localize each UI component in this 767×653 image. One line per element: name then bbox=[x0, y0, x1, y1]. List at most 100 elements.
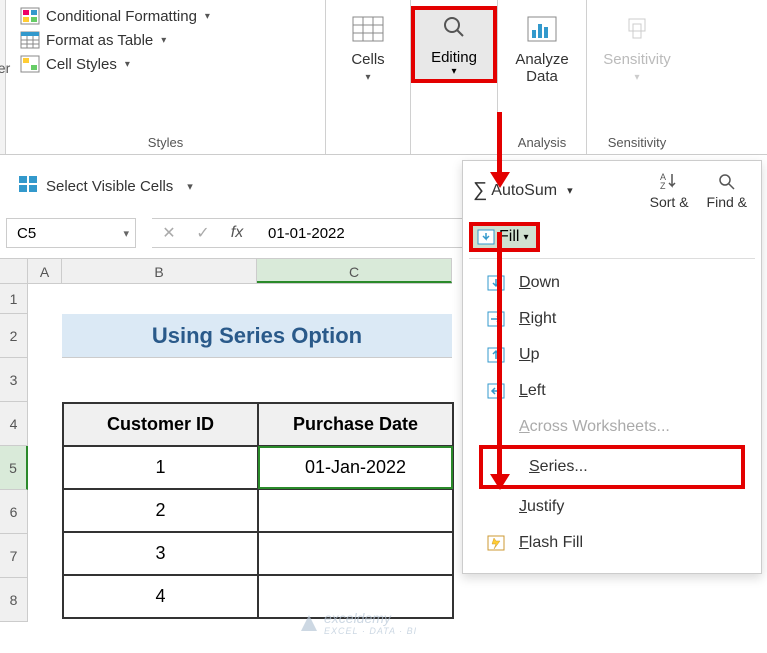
caret-icon: ▾ bbox=[125, 59, 130, 70]
watermark: exceldemy EXCEL · DATA · BI bbox=[300, 610, 417, 636]
cells-button[interactable]: Cells ▾ bbox=[326, 10, 410, 89]
cell-id[interactable]: 3 bbox=[63, 532, 258, 575]
column-header-a[interactable]: A bbox=[28, 259, 62, 283]
caret-icon: ▾ bbox=[205, 11, 210, 22]
cell-date-selected[interactable]: 01-Jan-2022 bbox=[258, 446, 453, 489]
arrow-up-icon bbox=[485, 345, 507, 365]
styles-group: Conditional Formatting ▾ Format as Table… bbox=[6, 0, 326, 154]
cells-group: Cells ▾ bbox=[326, 0, 411, 154]
fill-right-item[interactable]: Right bbox=[473, 301, 751, 337]
fill-submenu: DDownown Right Up Left Across Worksheets… bbox=[469, 258, 755, 573]
cell-styles-button[interactable]: Cell Styles ▾ bbox=[16, 52, 315, 76]
row-header-5[interactable]: 5 bbox=[0, 446, 28, 490]
cell-styles-label: Cell Styles bbox=[46, 56, 117, 73]
editing-label: Editing bbox=[417, 49, 491, 66]
fill-across-worksheets-item: Across Worksheets... bbox=[473, 409, 751, 445]
fill-button[interactable]: Fill ▾ bbox=[469, 222, 540, 252]
cell-date[interactable] bbox=[258, 489, 453, 532]
sigma-icon: ∑ bbox=[473, 179, 487, 202]
format-table-label: Format as Table bbox=[46, 32, 153, 49]
column-header-c[interactable]: C bbox=[257, 259, 452, 283]
caret-icon: ▾ bbox=[523, 232, 528, 243]
sensitivity-group-label: Sensitivity bbox=[587, 135, 687, 150]
table-row: 1 01-Jan-2022 bbox=[63, 446, 453, 489]
autosum-button[interactable]: ∑ AutoSum ▾ bbox=[473, 179, 573, 202]
caret-icon: ▾ bbox=[123, 227, 129, 240]
arrow-down-icon bbox=[485, 273, 507, 293]
autosum-label: AutoSum bbox=[491, 182, 557, 200]
caret-icon: ▾ bbox=[161, 35, 166, 46]
cells-label: Cells bbox=[351, 51, 384, 68]
editing-button[interactable]: Editing ▾ bbox=[411, 6, 497, 83]
conditional-formatting-label: Conditional Formatting bbox=[46, 8, 197, 25]
column-header-b[interactable]: B bbox=[62, 259, 257, 283]
cell-id[interactable]: 2 bbox=[63, 489, 258, 532]
sensitivity-group: Sensitivity ▾ Sensitivity bbox=[587, 0, 687, 154]
format-as-table-button[interactable]: Format as Table ▾ bbox=[16, 28, 315, 52]
row-header-8[interactable]: 8 bbox=[0, 578, 28, 622]
conditional-formatting-icon bbox=[20, 7, 40, 25]
row-header-6[interactable]: 6 bbox=[0, 490, 28, 534]
fill-down-icon bbox=[477, 229, 495, 245]
row-headers: 1 2 3 4 5 6 7 8 bbox=[0, 284, 28, 622]
fill-left-item[interactable]: Left bbox=[473, 373, 751, 409]
sort-filter-button[interactable]: AZ Sort & bbox=[650, 171, 689, 210]
conditional-formatting-button[interactable]: Conditional Formatting ▾ bbox=[16, 4, 315, 28]
enter-formula-button[interactable]: ✓ bbox=[186, 218, 220, 248]
analyze-data-button[interactable]: Analyze Data bbox=[498, 10, 586, 91]
table-row: 3 bbox=[63, 532, 453, 575]
row-header-3[interactable]: 3 bbox=[0, 358, 28, 402]
find-label: Find & bbox=[707, 194, 747, 210]
table-row: 2 bbox=[63, 489, 453, 532]
flash-fill-item[interactable]: Flash Fill bbox=[473, 525, 751, 561]
row-header-4[interactable]: 4 bbox=[0, 402, 28, 446]
analyze-group: Analyze Data Analysis bbox=[497, 0, 587, 154]
header-customer-id: Customer ID bbox=[63, 403, 258, 446]
arrow-right-icon bbox=[485, 309, 507, 329]
fill-up-item[interactable]: Up bbox=[473, 337, 751, 373]
header-purchase-date: Purchase Date bbox=[258, 403, 453, 446]
fill-justify-item[interactable]: Justify bbox=[473, 489, 751, 525]
svg-text:Z: Z bbox=[660, 181, 666, 191]
name-box-value: C5 bbox=[17, 225, 36, 242]
analyze-icon bbox=[527, 16, 557, 47]
search-icon bbox=[441, 27, 467, 44]
row-header-7[interactable]: 7 bbox=[0, 534, 28, 578]
find-select-button[interactable]: Find & bbox=[707, 171, 747, 210]
flash-fill-icon bbox=[485, 533, 507, 553]
row-header-1[interactable]: 1 bbox=[0, 284, 28, 314]
styles-group-label: Styles bbox=[6, 135, 325, 150]
quick-access-select-visible[interactable]: Select Visible Cells ▾ bbox=[18, 175, 193, 198]
sheet-title: Using Series Option bbox=[62, 314, 452, 358]
watermark-tag: EXCEL · DATA · BI bbox=[324, 626, 417, 636]
sensitivity-icon bbox=[623, 16, 651, 47]
insert-function-button[interactable]: fx bbox=[220, 218, 254, 248]
caret-icon: ▾ bbox=[567, 184, 573, 197]
data-table: Customer ID Purchase Date 1 01-Jan-2022 … bbox=[62, 402, 454, 619]
caret-icon: ▾ bbox=[187, 180, 193, 193]
select-visible-label: Select Visible Cells bbox=[46, 178, 173, 195]
watermark-brand: exceldemy bbox=[324, 610, 417, 626]
formula-bar-value: 01-01-2022 bbox=[268, 225, 345, 242]
name-box[interactable]: C5 ▾ bbox=[6, 218, 136, 248]
cancel-formula-button[interactable]: ✕ bbox=[152, 218, 186, 248]
format-table-icon bbox=[20, 31, 40, 49]
editing-dropdown-panel: ∑ AutoSum ▾ AZ Sort & Find & bbox=[462, 160, 762, 574]
analyze-label: Analyze Data bbox=[502, 51, 582, 85]
ribbon: ber Conditional Formatting ▾ Format as T… bbox=[0, 0, 767, 155]
worksheet-area[interactable]: Using Series Option Customer ID Purchase… bbox=[28, 284, 454, 619]
fill-label: Fill bbox=[499, 228, 519, 246]
analysis-group-label: Analysis bbox=[498, 135, 586, 150]
cell-date[interactable] bbox=[258, 532, 453, 575]
select-all-corner[interactable] bbox=[0, 259, 28, 283]
cell-styles-icon bbox=[20, 55, 40, 73]
cell-id[interactable]: 4 bbox=[63, 575, 258, 618]
cell-id[interactable]: 1 bbox=[63, 446, 258, 489]
caret-icon: ▾ bbox=[365, 72, 370, 83]
arrow-left-icon bbox=[485, 381, 507, 401]
sort-icon: AZ bbox=[658, 171, 680, 194]
sort-label: Sort & bbox=[650, 194, 689, 210]
fill-down-item[interactable]: DDownown bbox=[473, 265, 751, 301]
row-header-2[interactable]: 2 bbox=[0, 314, 28, 358]
fill-series-item[interactable]: Series... bbox=[479, 445, 745, 489]
